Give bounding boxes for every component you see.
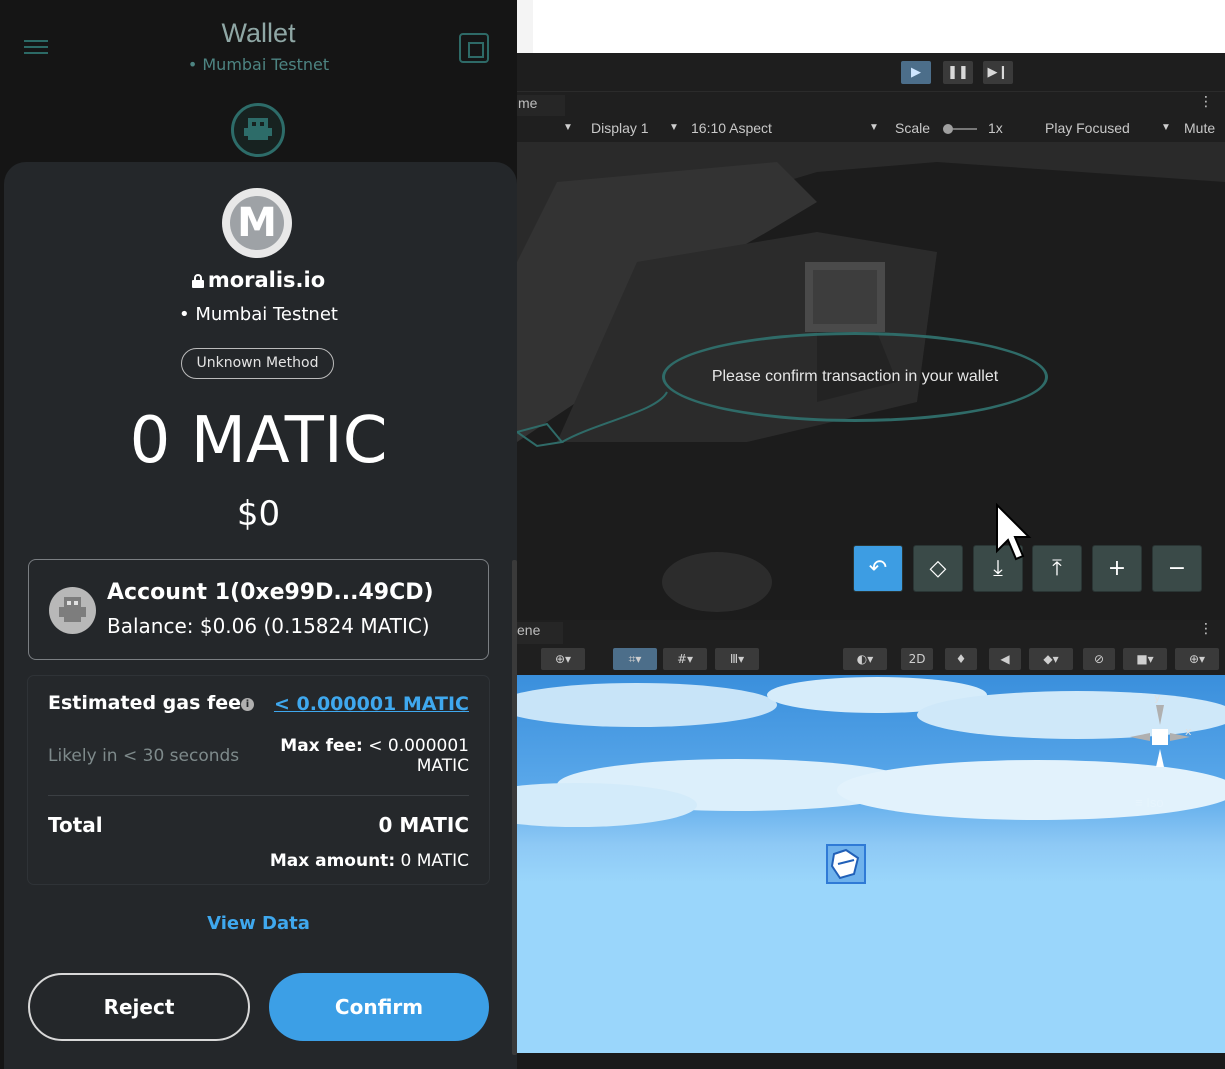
game-toolbar: ▼ Display 1 ▼ 16:10 Aspect ▼ Scale 1x Pl… — [517, 116, 1225, 142]
scene-gizmo[interactable]: y x — [1125, 691, 1195, 805]
confirm-hint: Please confirm transaction in your walle… — [662, 332, 1048, 422]
play-toolbar: ▶ ❚❚ ▶❙ — [517, 53, 1225, 91]
camera-icon[interactable]: ■▾ — [1123, 648, 1167, 670]
scale-label: Scale — [895, 120, 931, 136]
reject-button[interactable]: Reject — [28, 973, 250, 1041]
gas-fee-value[interactable]: < 0.000001 MATIC — [274, 693, 469, 715]
chevron-down-icon[interactable]: ▼ — [669, 122, 679, 133]
aspect-select[interactable]: 16:10 Aspect — [691, 120, 772, 136]
origin-site: moralis.io — [0, 268, 517, 292]
account-balance: Balance: $0.06 (0.15824 MATIC) — [107, 614, 430, 638]
lock-icon — [191, 269, 204, 288]
origin-network: • Mumbai Testnet — [179, 304, 338, 325]
cursor-icon — [996, 503, 1032, 561]
info-icon[interactable]: i — [241, 698, 254, 711]
wallet-title: Wallet — [221, 18, 296, 48]
game-tab-bar: me ⋮ — [517, 91, 1225, 117]
ruler-icon[interactable]: Ⅲ▾ — [715, 648, 759, 670]
gizmo-x-label: x — [1185, 725, 1192, 738]
minus-icon[interactable]: − — [1153, 546, 1201, 591]
robot-icon — [59, 597, 86, 622]
audio-icon[interactable]: ◀ — [989, 648, 1021, 670]
visibility-icon[interactable]: ⊘ — [1083, 648, 1115, 670]
method-badge: Unknown Method — [181, 348, 334, 379]
grid-icon[interactable]: #▾ — [663, 648, 707, 670]
max-amount-label: Max amount: — [269, 851, 396, 871]
step-icon[interactable]: ▶❙ — [983, 61, 1013, 84]
moralis-logo: M — [222, 188, 292, 258]
unity-editor: ▶ ❚❚ ▶❙ me ⋮ ▼ Display 1 ▼ 16:10 Aspect … — [517, 0, 1225, 1069]
scale-value: 1x — [988, 120, 1003, 136]
total-label: Total — [48, 813, 103, 837]
play-icon[interactable]: ▶ — [901, 61, 931, 84]
top-area — [517, 0, 1225, 53]
gizmo-y-label: y — [1154, 691, 1161, 704]
scan-icon[interactable] — [459, 33, 489, 63]
max-amount-value: 0 MATIC — [400, 851, 469, 871]
chevron-down-icon[interactable]: ▼ — [1161, 122, 1171, 133]
iso-label[interactable]: ≡ Iso — [1135, 795, 1164, 810]
scene-view[interactable]: y x ≡ Iso — [517, 675, 1225, 1053]
place-up-icon[interactable]: ⤒ — [1033, 546, 1081, 591]
top-area-edge — [517, 0, 533, 53]
chevron-down-icon[interactable]: ▼ — [869, 122, 879, 133]
pause-icon[interactable]: ❚❚ — [943, 61, 973, 84]
scale-slider[interactable] — [943, 124, 977, 134]
chevron-down-icon[interactable]: ▼ — [563, 122, 573, 133]
plus-icon[interactable]: + — [1093, 546, 1141, 591]
divider — [48, 795, 469, 796]
selected-object-icon[interactable] — [826, 844, 866, 884]
view-data-link[interactable]: View Data — [0, 913, 517, 934]
origin-text: moralis.io — [207, 268, 326, 292]
likely-time: Likely in < 30 seconds — [48, 746, 240, 766]
gas-fee-card: Estimated gas fee i < 0.000001 MATIC Lik… — [28, 676, 489, 884]
scene-toolbar: ⊕▾ ⌗▾ #▾ Ⅲ▾ ◐▾ 2D ♦ ◀ ◆▾ ⊘ ■▾ ⊕▾ — [517, 644, 1225, 675]
tab-scene[interactable]: ene — [517, 622, 563, 644]
tab-game[interactable]: me — [517, 95, 565, 117]
account-name: Account 1(0xe99D...49CD) — [107, 580, 434, 605]
undo-icon[interactable]: ↶ — [854, 546, 902, 591]
account-card[interactable]: Account 1(0xe99D...49CD) Balance: $0.06 … — [28, 559, 489, 660]
gizmos-icon[interactable]: ⊕▾ — [1175, 648, 1219, 670]
max-fee-label: Max fee: — [280, 736, 363, 756]
max-fee-value: < 0.000001 MATIC — [368, 736, 469, 776]
bottom-bar — [517, 1053, 1225, 1069]
sky-clouds — [517, 677, 1225, 827]
max-fee: Max fee: < 0.000001 MATIC — [269, 736, 469, 776]
scene-tab-bar: ene ⋮ — [517, 620, 1225, 644]
globe-icon[interactable]: ⊕▾ — [541, 648, 585, 670]
more-icon[interactable]: ⋮ — [1199, 94, 1213, 110]
more-icon[interactable]: ⋮ — [1199, 621, 1213, 637]
transaction-amount: 0 MATIC — [129, 404, 388, 478]
mute-toggle[interactable]: Mute — [1184, 120, 1215, 136]
toggle-2d[interactable]: 2D — [901, 648, 933, 670]
play-mode-select[interactable]: Play Focused — [1045, 120, 1130, 136]
display-select[interactable]: Display 1 — [591, 120, 649, 136]
total-value: 0 MATIC — [378, 813, 469, 837]
iso-text: Iso — [1146, 795, 1164, 810]
shading-icon[interactable]: ◐▾ — [843, 648, 887, 670]
account-avatar — [49, 587, 96, 634]
effects-icon[interactable]: ◆▾ — [1029, 648, 1073, 670]
gas-fee-label: Estimated gas fee — [48, 692, 242, 714]
grid-snap-icon[interactable]: ⌗▾ — [613, 648, 657, 670]
wallet-panel: Wallet • Mumbai Testnet M moralis.io • M… — [0, 0, 517, 1069]
light-icon[interactable]: ♦ — [945, 648, 977, 670]
max-amount: Max amount: 0 MATIC — [270, 851, 469, 871]
transaction-amount-fiat: $0 — [236, 494, 281, 534]
robot-icon — [244, 118, 272, 140]
confirm-button[interactable]: Confirm — [269, 973, 489, 1041]
plane-icon[interactable]: ◇ — [914, 546, 962, 591]
account-avatar-top[interactable] — [231, 103, 285, 157]
wallet-network[interactable]: • Mumbai Testnet — [0, 55, 517, 74]
